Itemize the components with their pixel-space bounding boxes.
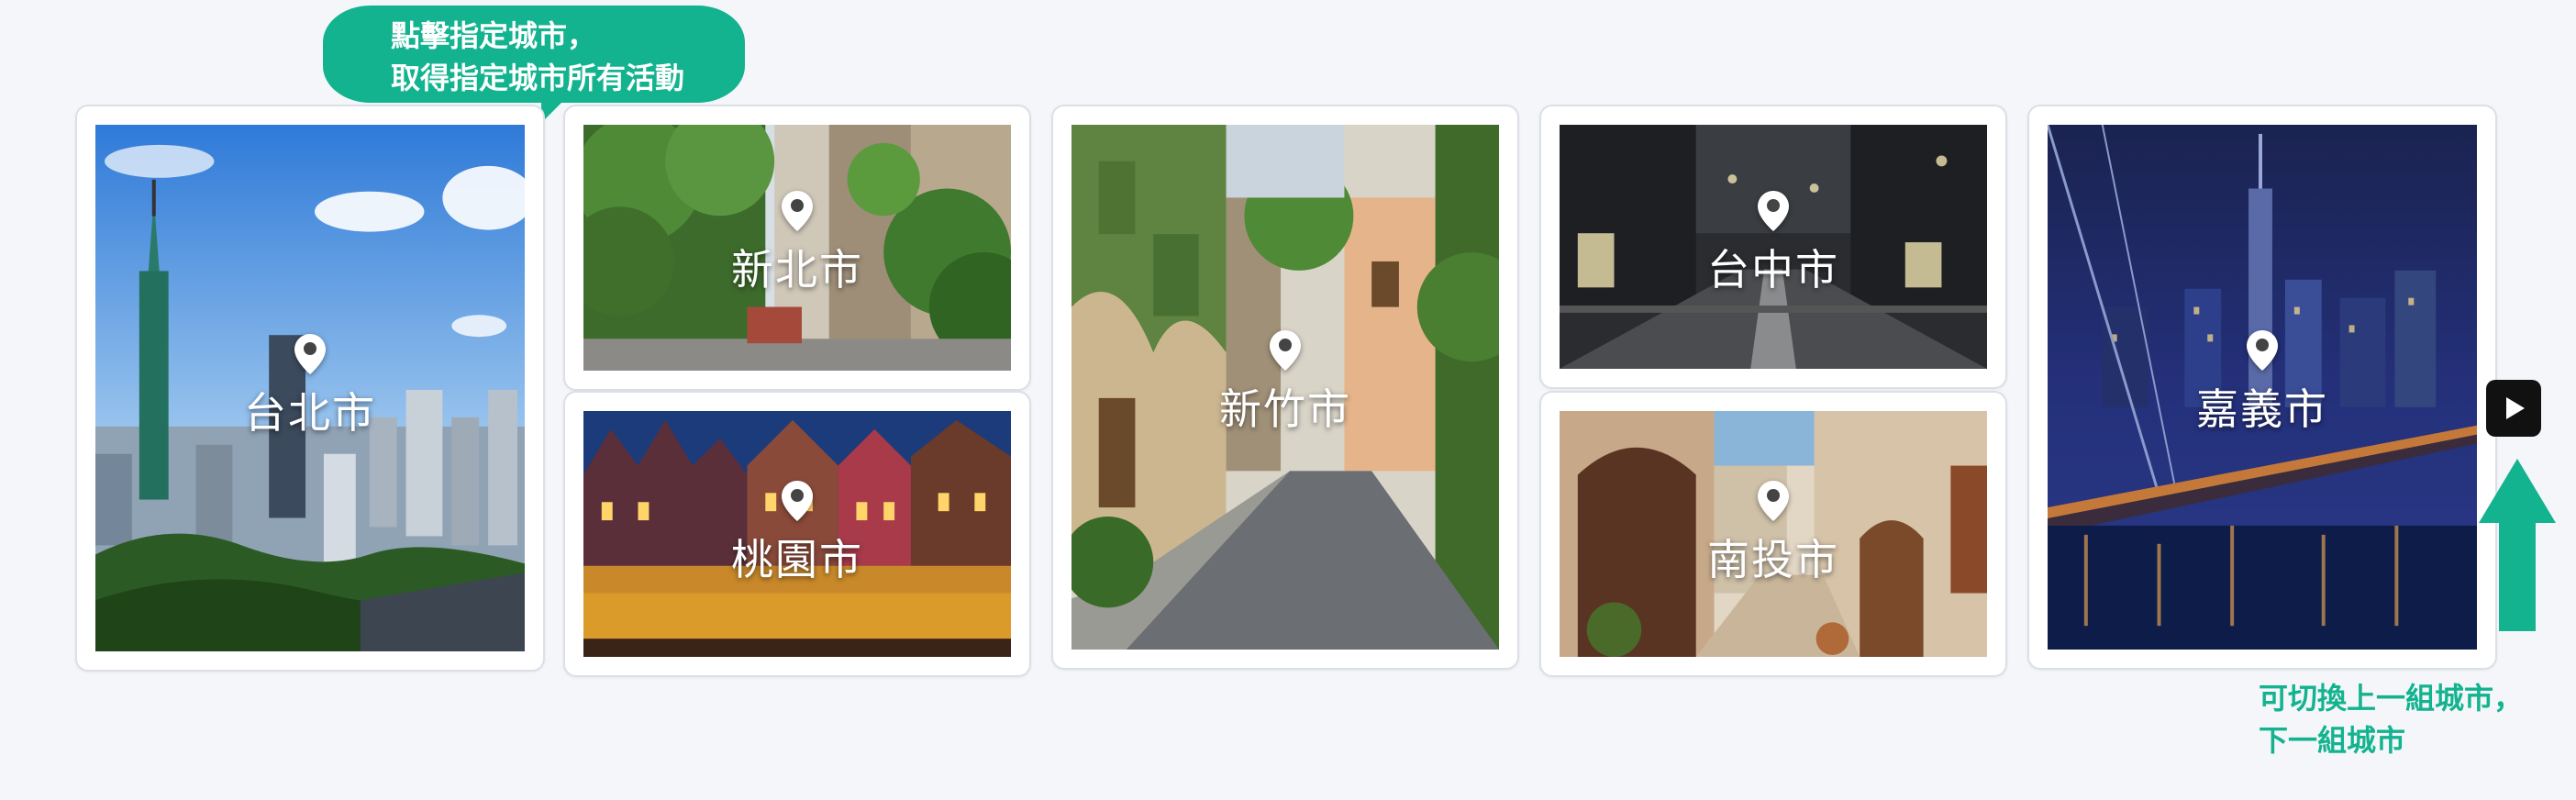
city-card-new-taipei[interactable]: 新北市	[563, 105, 1031, 391]
hint-line-1: 可切換上一組城市，	[2259, 681, 2524, 716]
city-card-taichung[interactable]: 台中市	[1539, 105, 2007, 389]
map-pin-icon	[294, 334, 326, 374]
navigation-hint: 可切換上一組城市， 下一組城市	[2259, 677, 2523, 761]
map-pin-icon	[1758, 481, 1789, 521]
city-card-taoyuan[interactable]: 桃園市	[563, 391, 1031, 677]
map-pin-icon	[1758, 191, 1789, 231]
city-card-nantou[interactable]: 南投市	[1539, 391, 2007, 677]
city-name-hsinchu: 新竹市	[1219, 384, 1351, 434]
map-pin-icon	[782, 191, 813, 231]
map-pin-icon	[1270, 330, 1301, 371]
city-card-chiayi[interactable]: 嘉義市	[2027, 105, 2497, 670]
hint-line-2: 下一組城市	[2259, 723, 2406, 758]
city-name-taichung: 台中市	[1707, 245, 1839, 294]
city-card-taipei[interactable]: 台北市	[75, 105, 545, 672]
city-name-nantou: 南投市	[1707, 535, 1839, 584]
city-name-new-taipei: 新北市	[731, 245, 863, 294]
map-pin-icon	[782, 481, 813, 521]
city-name-chiayi: 嘉義市	[2196, 384, 2328, 434]
instruction-callout: 點擊指定城市， 取得指定城市所有活動	[323, 6, 745, 103]
caret-right-icon	[2506, 397, 2525, 419]
callout-line-1: 點擊指定城市，	[391, 18, 597, 53]
map-pin-icon	[2247, 330, 2278, 371]
city-name-taoyuan: 桃園市	[731, 535, 863, 584]
city-name-taipei: 台北市	[244, 388, 376, 438]
city-card-hsinchu[interactable]: 新竹市	[1051, 105, 1519, 670]
arrow-up-icon	[2479, 459, 2556, 631]
next-city-group-button[interactable]	[2486, 380, 2541, 437]
